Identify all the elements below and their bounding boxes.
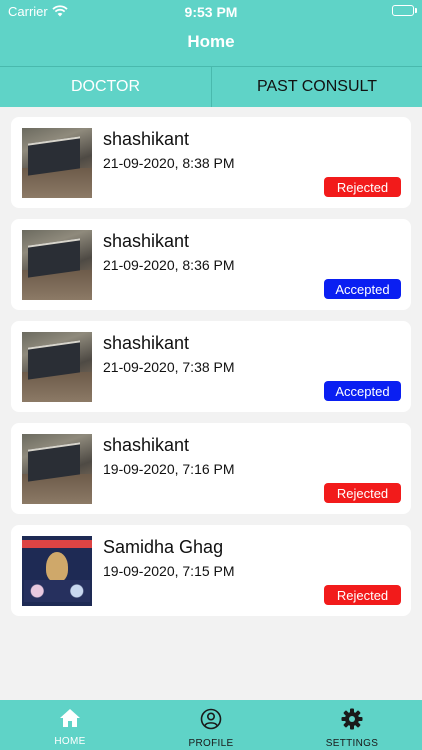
- nav-settings[interactable]: SETTINGS: [282, 700, 422, 750]
- status-badge: Accepted: [324, 381, 401, 401]
- app-header: Carrier 9:53 PM Home: [0, 0, 422, 66]
- consult-datetime: 21-09-2020, 8:36 PM: [103, 257, 235, 273]
- consult-datetime: 19-09-2020, 7:15 PM: [103, 563, 235, 579]
- status-badge: Rejected: [324, 585, 401, 605]
- battery-icon: [392, 5, 414, 16]
- avatar: [22, 536, 92, 606]
- consult-datetime: 19-09-2020, 7:16 PM: [103, 461, 235, 477]
- clock: 9:53 PM: [184, 4, 238, 20]
- doctor-name: Samidha Ghag: [103, 537, 224, 557]
- status-badge: Rejected: [324, 483, 401, 503]
- nav-home-label: HOME: [54, 736, 86, 747]
- battery-tip: [415, 8, 417, 13]
- list-item[interactable]: shashikant 21-09-2020, 8:36 PM Accepted: [11, 219, 411, 310]
- avatar: [22, 434, 92, 504]
- gear-icon: [341, 708, 363, 735]
- doctor-name: shashikant: [103, 435, 190, 455]
- avatar: [22, 128, 92, 198]
- consult-datetime: 21-09-2020, 7:38 PM: [103, 359, 235, 375]
- list-item[interactable]: shashikant 21-09-2020, 8:38 PM Rejected: [11, 117, 411, 208]
- page-title: Home: [187, 32, 235, 51]
- status-bar: Carrier 9:53 PM: [0, 0, 422, 24]
- doctor-name: shashikant: [103, 129, 190, 149]
- bottom-nav: HOME PROFILE SETTINGS: [0, 700, 422, 750]
- status-badge: Rejected: [324, 177, 401, 197]
- list-item[interactable]: shashikant 19-09-2020, 7:16 PM Rejected: [11, 423, 411, 514]
- list-item[interactable]: Samidha Ghag 19-09-2020, 7:15 PM Rejecte…: [11, 525, 411, 616]
- tab-past-consult[interactable]: PAST CONSULT: [211, 67, 422, 107]
- profile-icon: [200, 708, 222, 735]
- avatar: [22, 332, 92, 402]
- nav-settings-label: SETTINGS: [325, 738, 379, 749]
- consult-datetime: 21-09-2020, 8:38 PM: [103, 155, 235, 171]
- home-icon: [59, 708, 81, 733]
- nav-profile[interactable]: PROFILE: [141, 700, 281, 750]
- avatar: [22, 230, 92, 300]
- status-badge: Accepted: [324, 279, 401, 299]
- doctor-name: shashikant: [103, 231, 190, 251]
- tab-bar: DOCTOR PAST CONSULT: [0, 66, 422, 107]
- list-item[interactable]: shashikant 21-09-2020, 7:38 PM Accepted: [11, 321, 411, 412]
- nav-profile-label: PROFILE: [188, 738, 234, 749]
- tab-doctor[interactable]: DOCTOR: [0, 67, 211, 107]
- nav-home[interactable]: HOME: [0, 700, 140, 750]
- doctor-name: shashikant: [103, 333, 190, 353]
